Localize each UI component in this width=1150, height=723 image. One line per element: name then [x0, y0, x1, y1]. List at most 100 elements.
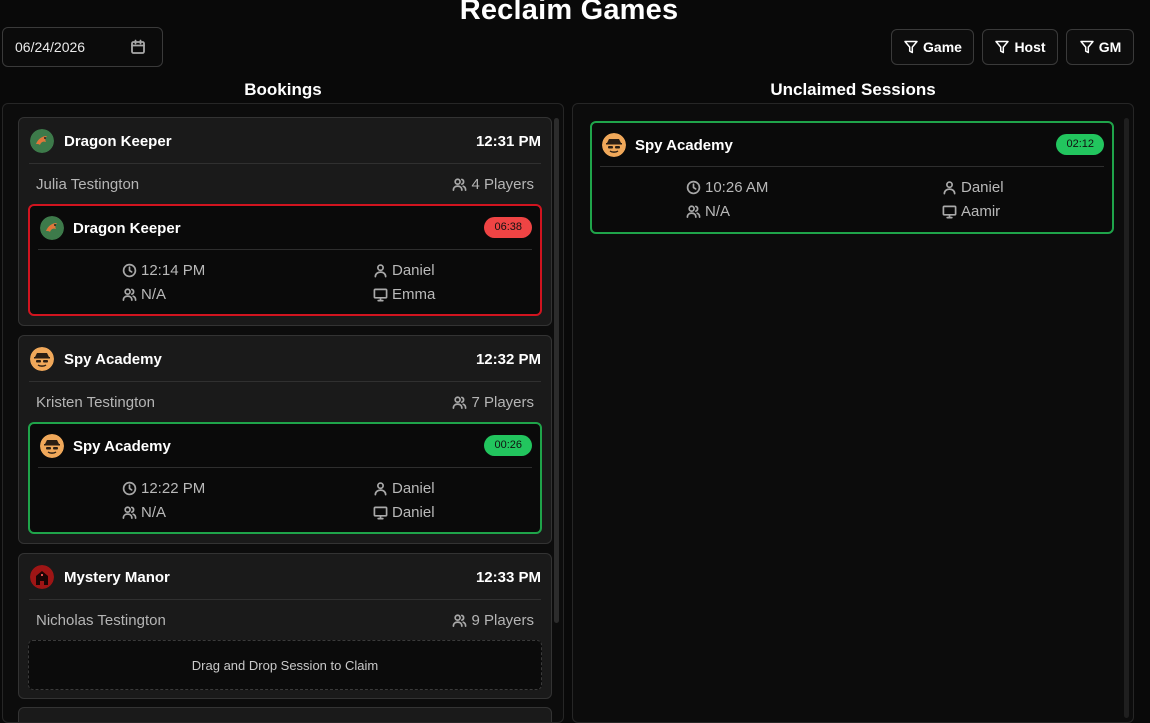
monitor-icon [373, 288, 388, 302]
booking-time: 12:31 PM [475, 133, 541, 150]
calendar-icon[interactable] [130, 39, 146, 55]
timer-badge: 02:12 [1056, 134, 1104, 155]
session-host-text: Daniel [961, 179, 1004, 196]
session-players: N/A [122, 286, 166, 303]
booking-customer: Kristen Testington [36, 394, 155, 411]
spy-icon [40, 434, 64, 458]
filter-host-button[interactable]: Host [982, 29, 1058, 65]
filter-icon [904, 40, 918, 54]
timer-badge: 00:26 [484, 435, 532, 456]
filter-gm-button[interactable]: GM [1066, 29, 1134, 65]
session-players: N/A [686, 203, 730, 220]
booking-customer: Julia Testington [36, 176, 140, 193]
filter-host-label: Host [1014, 39, 1046, 55]
filter-icon [1079, 40, 1094, 54]
user-icon [374, 264, 387, 278]
session-dropzone[interactable]: Drag and Drop Session to Claim [28, 640, 542, 690]
session-header: Spy Academy 02:12 [600, 123, 1104, 167]
booking-game-title: Mystery Manor [64, 569, 170, 586]
session-gm-text: Aamir [961, 203, 1001, 220]
date-value: 06/24/2026 [15, 39, 86, 55]
booking-players: 9 Players [452, 612, 534, 629]
session-gm: Daniel [373, 504, 435, 521]
filter-game-button[interactable]: Game [891, 29, 974, 65]
session-game-title: Spy Academy [635, 137, 733, 154]
booking-time: 12:33 PM [475, 569, 541, 586]
session-header: Dragon Keeper 06:38 [38, 206, 532, 250]
session-start-time: 12:14 PM [122, 262, 205, 279]
clock-icon [122, 481, 137, 496]
booking-header: Mystery Manor 12:33 PM [29, 554, 541, 600]
session-host-text: Daniel [392, 480, 435, 497]
timer-badge: 06:38 [484, 217, 532, 238]
dragon-icon [30, 129, 54, 153]
booking-game-title: Spy Academy [64, 351, 162, 368]
users-icon [122, 506, 137, 519]
session-host: Daniel [942, 179, 1004, 196]
assigned-session-card[interactable]: Spy Academy 00:26 12:22 PM Daniel N/A Da… [28, 422, 542, 534]
filter-gm-label: GM [1098, 39, 1122, 55]
users-icon [453, 396, 467, 409]
dragon-icon [40, 216, 64, 240]
bookings-scrollbar[interactable] [554, 118, 559, 623]
session-header: Spy Academy 00:26 [38, 424, 532, 468]
date-input[interactable]: 06/24/2026 [2, 27, 163, 67]
booking-customer: Nicholas Testington [36, 612, 166, 629]
user-icon [374, 482, 387, 496]
booking-card[interactable]: Dragon Keeper 12:31 PM Julia Testington … [18, 117, 552, 326]
booking-players: 7 Players [452, 394, 534, 411]
booking-game-title: Dragon Keeper [64, 133, 172, 150]
users-icon [453, 614, 467, 627]
filter-icon [995, 40, 1010, 54]
session-host-text: Daniel [392, 262, 435, 279]
users-icon [686, 205, 701, 218]
filter-game-label: Game [923, 39, 962, 55]
haunted-house-icon [30, 565, 54, 589]
page-title: Reclaim Games [459, 0, 679, 26]
user-icon [943, 181, 956, 195]
clock-icon [686, 180, 701, 195]
monitor-icon [942, 205, 957, 219]
unclaimed-scrollbar[interactable] [1124, 118, 1129, 718]
session-start-time-text: 12:14 PM [141, 262, 206, 279]
session-players: N/A [122, 504, 166, 521]
booking-card[interactable] [18, 707, 552, 722]
session-host: Daniel [373, 480, 435, 497]
session-gm: Aamir [942, 203, 1000, 220]
dropzone-label: Drag and Drop Session to Claim [191, 657, 379, 673]
booking-header: Spy Academy 12:32 PM [29, 336, 541, 382]
booking-time: 12:32 PM [475, 351, 541, 368]
bookings-header: Bookings [244, 80, 322, 99]
booking-card[interactable]: Spy Academy 12:32 PM Kristen Testington … [18, 335, 552, 544]
monitor-icon [373, 506, 388, 520]
spy-icon [30, 347, 54, 371]
session-start-time-text: 10:26 AM [705, 179, 769, 196]
booking-players: 4 Players [452, 176, 534, 193]
session-gm-text: Emma [392, 286, 436, 303]
session-players-text: N/A [141, 504, 167, 521]
session-start-time: 10:26 AM [686, 179, 768, 196]
bookings-panel[interactable]: Dragon Keeper 12:31 PM Julia Testington … [2, 103, 564, 723]
booking-players-text: 7 Players [471, 394, 534, 411]
clock-icon [122, 263, 137, 278]
unclaimed-panel[interactable]: Spy Academy 02:12 10:26 AM Daniel N/A Aa… [572, 103, 1134, 723]
session-host: Daniel [373, 262, 435, 279]
session-players-text: N/A [705, 203, 731, 220]
session-gm: Emma [373, 286, 435, 303]
users-icon [453, 178, 467, 191]
session-start-time: 12:22 PM [122, 480, 205, 497]
booking-card[interactable]: Mystery Manor 12:33 PM Nicholas Testingt… [18, 553, 552, 699]
session-start-time-text: 12:22 PM [141, 480, 206, 497]
booking-players-text: 4 Players [471, 176, 534, 193]
booking-header: Dragon Keeper 12:31 PM [29, 118, 541, 164]
spy-icon [602, 133, 626, 157]
assigned-session-card[interactable]: Dragon Keeper 06:38 12:14 PM Daniel N/A … [28, 204, 542, 316]
session-players-text: N/A [141, 286, 167, 303]
unclaimed-session-card[interactable]: Spy Academy 02:12 10:26 AM Daniel N/A Aa… [590, 121, 1114, 234]
session-game-title: Spy Academy [73, 438, 171, 455]
users-icon [122, 288, 137, 301]
session-gm-text: Daniel [392, 504, 435, 521]
session-game-title: Dragon Keeper [73, 220, 181, 237]
unclaimed-header: Unclaimed Sessions [770, 80, 936, 99]
booking-players-text: 9 Players [471, 612, 534, 629]
